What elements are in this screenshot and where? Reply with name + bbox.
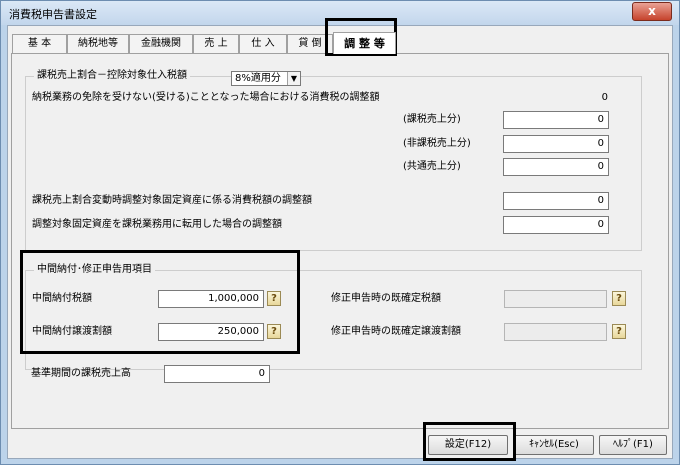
window-title: 消費税申告書設定 [9, 8, 97, 21]
dialog-client: 基 本 納税地等 金融機関 売 上 仕 入 貸 倒 調 整 等 課税売上割合－控… [7, 25, 673, 459]
amended-tax-help-icon[interactable]: ? [612, 291, 626, 306]
tab-financial-institution[interactable]: 金融機関 [129, 34, 193, 53]
ratio-change-adjustment-input[interactable]: 0 [503, 192, 609, 210]
amended-transfer-help-icon[interactable]: ? [612, 324, 626, 339]
interim-tax-help-icon[interactable]: ? [267, 291, 281, 306]
interim-amendment-group: 中間納付･修正申告用項目 中間納付税額 1,000,000 ? 中間納付譲渡割額… [25, 264, 642, 370]
common-sales-label: (共通売上分) [403, 161, 461, 172]
amended-tax-input[interactable] [504, 290, 607, 308]
tab-basic[interactable]: 基 本 [12, 34, 67, 53]
fixed-asset-conversion-label: 調整対象固定資産を課税業務用に転用した場合の調整額 [32, 219, 282, 230]
exemption-adjustment-value: 0 [601, 92, 608, 103]
tab-tax-place[interactable]: 納税地等 [67, 34, 129, 53]
tab-bad-debts[interactable]: 貸 倒 [287, 34, 333, 53]
nontaxable-sales-label: (非課税売上分) [403, 138, 471, 149]
chevron-down-icon[interactable]: ▼ [287, 72, 300, 85]
interim-transfer-input[interactable]: 250,000 [158, 323, 264, 341]
taxable-sales-input[interactable]: 0 [503, 111, 609, 129]
tab-sales[interactable]: 売 上 [193, 34, 239, 53]
tax-adjustment-group: 課税売上割合－控除対象仕入税額 8%適用分 ▼ 納税業務の免除を受けない(受ける… [25, 70, 642, 251]
amended-tax-label: 修正申告時の既確定税額 [331, 293, 441, 304]
base-period-sales-label: 基準期間の課税売上高 [31, 368, 131, 379]
close-button[interactable]: x [632, 2, 672, 21]
dialog-window: 消費税申告書設定 x 基 本 納税地等 金融機関 売 上 仕 入 貸 倒 調 整… [0, 0, 680, 465]
base-period-sales-input[interactable]: 0 [164, 365, 270, 383]
interim-transfer-label: 中間納付譲渡割額 [32, 326, 112, 337]
tax-adjustment-legend: 課税売上割合－控除対象仕入税額 [34, 70, 190, 82]
taxable-sales-label: (課税売上分) [403, 114, 461, 125]
ratio-change-adjustment-label: 課税売上割合変動時調整対象固定資産に係る消費税額の調整額 [32, 195, 312, 206]
nontaxable-sales-input[interactable]: 0 [503, 135, 609, 153]
interim-tax-label: 中間納付税額 [32, 293, 92, 304]
interim-transfer-help-icon[interactable]: ? [267, 324, 281, 339]
interim-amendment-legend: 中間納付･修正申告用項目 [34, 264, 155, 276]
help-button[interactable]: ﾍﾙﾌﾟ(F1) [599, 435, 667, 455]
adjustments-tab-page: 課税売上割合－控除対象仕入税額 8%適用分 ▼ 納税業務の免除を受けない(受ける… [11, 53, 669, 429]
cancel-button[interactable]: ｷｬﾝｾﾙ(Esc) [514, 435, 594, 455]
exemption-adjustment-label: 納税業務の免除を受けない(受ける)こととなった場合における消費税の調整額 [32, 92, 380, 103]
tab-purchases[interactable]: 仕 入 [239, 34, 287, 53]
tab-adjustments[interactable]: 調 整 等 [333, 32, 396, 54]
rate-select[interactable]: 8%適用分 ▼ [231, 71, 301, 86]
amended-transfer-input[interactable] [504, 323, 607, 341]
amended-transfer-label: 修正申告時の既確定譲渡割額 [331, 326, 461, 337]
common-sales-input[interactable]: 0 [503, 158, 609, 176]
title-bar: 消費税申告書設定 x [1, 1, 679, 25]
fixed-asset-conversion-input[interactable]: 0 [503, 216, 609, 234]
rate-select-value: 8%適用分 [235, 73, 281, 84]
ok-button[interactable]: 設定(F12) [428, 435, 508, 455]
interim-tax-input[interactable]: 1,000,000 [158, 290, 264, 308]
